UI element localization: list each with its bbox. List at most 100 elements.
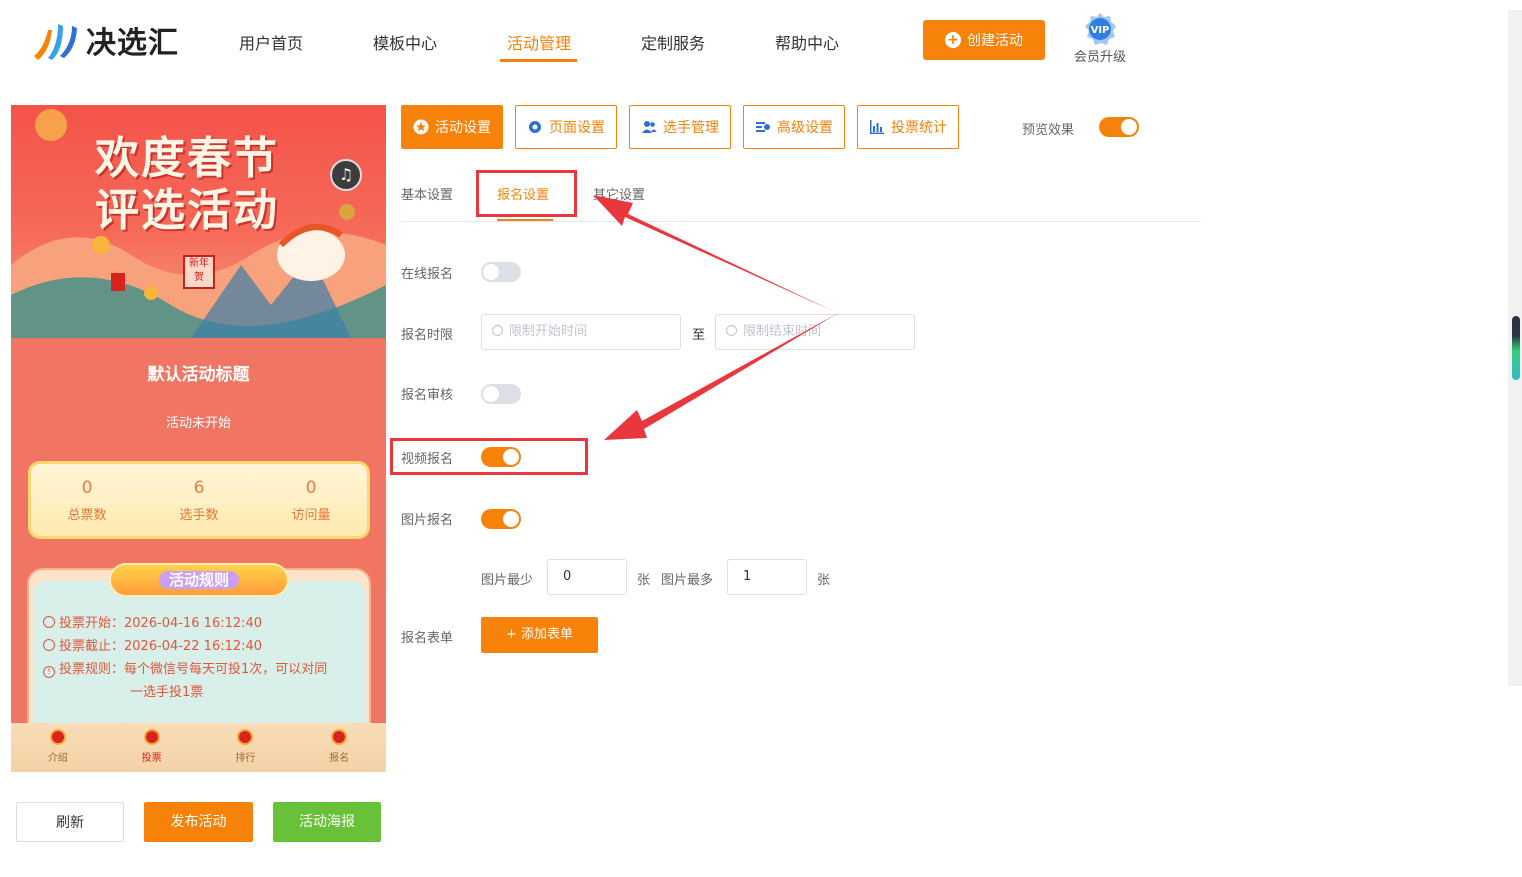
create-activity-label: 创建活动 bbox=[967, 33, 1023, 49]
banner-title: 欢度春节 评选活动 bbox=[95, 133, 279, 237]
rule-text: 投票规则：每个微信号每天可投1次，可以对同 bbox=[59, 662, 328, 677]
online-signup-label: 在线报名 bbox=[401, 267, 454, 282]
end-time-placeholder: 限制结束时间 bbox=[743, 324, 822, 339]
clock-icon bbox=[492, 325, 503, 336]
rule-vote-rule-cont: 一选手投1票 bbox=[130, 685, 204, 700]
arrow-to-signup-tab bbox=[593, 195, 835, 312]
tab-label: 介绍 bbox=[47, 753, 68, 764]
annotation-box-signup-tab bbox=[476, 170, 577, 217]
star-circle-icon bbox=[413, 119, 429, 135]
image-signup-toggle[interactable] bbox=[481, 509, 521, 529]
rules-header: 活动规则 bbox=[109, 563, 289, 597]
music-icon[interactable]: ♫ bbox=[330, 159, 362, 191]
info-icon: ! bbox=[43, 666, 55, 678]
vip-upgrade[interactable]: VIP 会员升级 bbox=[1070, 12, 1130, 65]
vip-badge-icon: VIP bbox=[1083, 12, 1117, 46]
image-min-input[interactable]: 0 bbox=[547, 559, 627, 595]
logo-text: 决选汇 bbox=[86, 26, 179, 61]
signup-form-label: 报名表单 bbox=[401, 631, 454, 646]
clock-icon bbox=[726, 325, 737, 336]
ranking-icon bbox=[237, 729, 254, 745]
subtab-other-settings[interactable]: 其它设置 bbox=[593, 184, 645, 203]
activity-poster-button[interactable]: 活动海报 bbox=[273, 802, 381, 842]
image-max-unit: 张 bbox=[817, 573, 831, 588]
banner-image: 欢度春节 评选活动 ♫ 新年贺 bbox=[11, 105, 386, 338]
tab-label: 活动设置 bbox=[435, 120, 491, 136]
tab-vote-statistics[interactable]: 投票统计 bbox=[857, 105, 959, 149]
banner-stamp: 新年贺 bbox=[183, 255, 215, 289]
online-signup-toggle[interactable] bbox=[481, 262, 521, 282]
tab-label: 排行 bbox=[235, 753, 256, 764]
refresh-button[interactable]: 刷新 bbox=[16, 802, 124, 842]
time-limit-label: 报名时限 bbox=[401, 328, 454, 343]
image-min-unit: 张 bbox=[637, 573, 651, 588]
plus-circle-icon: + bbox=[945, 32, 961, 48]
rule-vote-rule: ! 投票规则：每个微信号每天可投1次，可以对同 bbox=[43, 658, 327, 681]
stats-card: 0 总票数 6 选手数 0 访问量 bbox=[28, 461, 370, 539]
tab-page-settings[interactable]: 页面设置 bbox=[515, 105, 617, 149]
annotation-box-video-signup bbox=[390, 438, 588, 475]
stat-label: 总票数 bbox=[67, 508, 107, 523]
rule-text: 投票截止：2026-04-22 16:12:40 bbox=[59, 639, 263, 654]
nav-template-center[interactable]: 模板中心 bbox=[373, 30, 437, 54]
publish-activity-button[interactable]: 发布活动 bbox=[144, 802, 253, 842]
stat-value: 0 bbox=[305, 478, 317, 498]
preview-effect-label: 预览效果 bbox=[1022, 123, 1075, 138]
image-max-label: 图片最多 bbox=[661, 573, 714, 588]
mobile-preview: 欢度春节 评选活动 ♫ 新年贺 默认活动标题 活动未开始 0 总票数 6 选手数… bbox=[11, 105, 386, 772]
tab-advanced-settings[interactable]: 高级设置 bbox=[743, 105, 845, 149]
bar-chart-icon bbox=[870, 120, 884, 134]
signup-end-time-input[interactable]: 限制结束时间 bbox=[715, 314, 915, 350]
tabbar-vote[interactable]: 投票 bbox=[105, 723, 199, 772]
intro-icon bbox=[49, 729, 66, 745]
tab-activity-settings[interactable]: 活动设置 bbox=[401, 105, 503, 149]
nav-active-underline bbox=[500, 59, 577, 62]
tab-label: 报名 bbox=[329, 753, 350, 764]
rule-vote-end: 投票截止：2026-04-22 16:12:40 bbox=[43, 635, 262, 658]
rule-vote-start: 投票开始：2026-04-16 16:12:40 bbox=[43, 612, 262, 635]
image-signup-label: 图片报名 bbox=[401, 513, 454, 528]
stat-visits: 0 访问量 bbox=[255, 464, 367, 536]
stat-value: 6 bbox=[193, 478, 205, 498]
tab-label: 选手管理 bbox=[663, 120, 719, 136]
tab-label: 投票 bbox=[141, 753, 162, 764]
tab-label: 页面设置 bbox=[549, 120, 605, 136]
tabbar-signup[interactable]: 报名 bbox=[292, 723, 386, 772]
clock-icon bbox=[43, 616, 55, 628]
signup-start-time-input[interactable]: 限制开始时间 bbox=[481, 314, 681, 350]
clock-icon bbox=[43, 639, 55, 651]
nav-activity-management[interactable]: 活动管理 bbox=[507, 30, 571, 54]
logo[interactable]: 决选汇 bbox=[30, 18, 179, 62]
rules-header-text: 活动规则 bbox=[158, 571, 239, 589]
add-form-button[interactable]: + 添加表单 bbox=[481, 617, 598, 653]
rule-text: 投票开始：2026-04-16 16:12:40 bbox=[59, 616, 263, 631]
subtab-basic-settings[interactable]: 基本设置 bbox=[401, 184, 453, 203]
stat-total-votes: 0 总票数 bbox=[31, 464, 143, 536]
banner-title-line1: 欢度春节 bbox=[95, 133, 279, 184]
gear-icon bbox=[529, 121, 541, 133]
vote-icon bbox=[143, 729, 160, 745]
tab-label: 投票统计 bbox=[891, 120, 947, 136]
top-header: 决选汇 用户首页 模板中心 活动管理 定制服务 帮助中心 + 创建活动 VIP … bbox=[0, 0, 1505, 80]
logo-mark-icon bbox=[30, 18, 80, 62]
start-time-placeholder: 限制开始时间 bbox=[509, 324, 588, 339]
nav-custom-service[interactable]: 定制服务 bbox=[641, 30, 705, 54]
stat-label: 访问量 bbox=[291, 508, 331, 523]
tab-label: 高级设置 bbox=[777, 120, 833, 136]
stat-value: 0 bbox=[81, 478, 93, 498]
image-max-input[interactable]: 1 bbox=[727, 559, 807, 595]
activity-title: 默认活动标题 bbox=[147, 365, 250, 385]
vip-label: 会员升级 bbox=[1073, 50, 1126, 65]
users-icon bbox=[642, 121, 657, 133]
create-activity-button[interactable]: + 创建活动 bbox=[923, 20, 1045, 60]
tabbar-intro[interactable]: 介绍 bbox=[11, 723, 105, 772]
banner-title-line2: 评选活动 bbox=[95, 185, 279, 236]
tabbar-ranking[interactable]: 排行 bbox=[199, 723, 293, 772]
stat-contestants: 6 选手数 bbox=[143, 464, 255, 536]
tab-contestant-management[interactable]: 选手管理 bbox=[629, 105, 731, 149]
nav-help-center[interactable]: 帮助中心 bbox=[775, 30, 839, 54]
page-scrollbar-thumb[interactable] bbox=[1512, 316, 1520, 380]
preview-effect-toggle[interactable] bbox=[1099, 117, 1139, 137]
nav-user-home[interactable]: 用户首页 bbox=[239, 30, 303, 54]
signup-review-toggle[interactable] bbox=[481, 384, 521, 404]
